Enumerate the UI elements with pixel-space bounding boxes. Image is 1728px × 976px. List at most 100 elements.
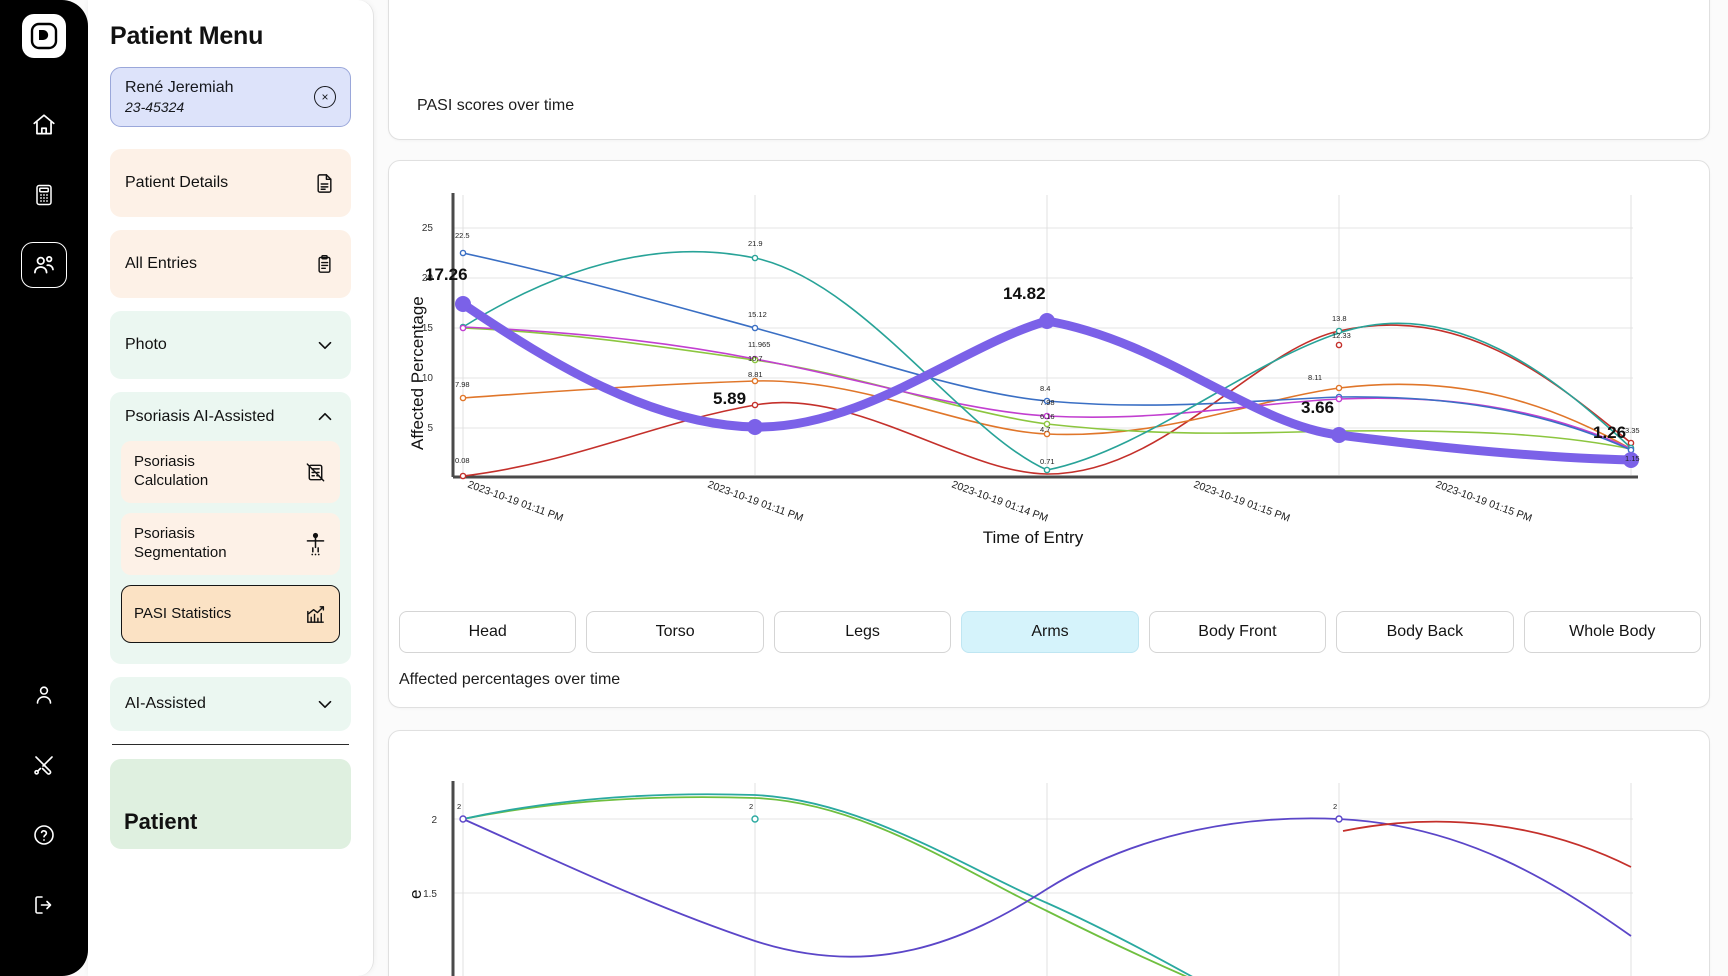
tools-icon (32, 753, 56, 777)
logo-icon (30, 22, 58, 50)
menu-item-label: PASI Statistics (134, 605, 239, 624)
pt-label-blue-2: 8.4 (1040, 384, 1050, 393)
hl-label-1: 5.89 (713, 389, 746, 408)
menu-item-ai-assisted[interactable]: AI-Assisted (110, 677, 351, 731)
rail-item-calculator[interactable] (21, 172, 67, 218)
bottom-y-tick-1-5: 1.5 (423, 889, 437, 900)
user-icon (32, 683, 56, 707)
calc-off-icon (304, 461, 327, 484)
hl-label-2: 14.82 (1003, 284, 1046, 303)
hl-label-3: 3.66 (1301, 398, 1334, 417)
hl-label-4: 1.26 (1593, 423, 1626, 442)
menu-group-label: Psoriasis AI-Assisted (125, 408, 282, 426)
pt-label-teal-2: 0.71 (1040, 457, 1055, 466)
pt-label-red-4: 3.35 (1625, 426, 1640, 435)
rail-item-tools[interactable] (21, 742, 67, 788)
pt-label-magenta-2: 6.16 (1040, 412, 1055, 421)
chevron-up-icon[interactable] (314, 406, 336, 428)
patients-icon (31, 252, 57, 278)
bottom-series-red-line (1343, 822, 1631, 867)
body-icon (304, 532, 327, 557)
icon-rail (0, 0, 88, 976)
menu-item-label-line1: Psoriasis (134, 453, 195, 470)
chevron-down-icon[interactable] (314, 693, 336, 715)
pt-label-red-0: 0.08 (455, 456, 470, 465)
bottom-series-green-line (463, 797, 1283, 976)
bottom-chart: e 2 1.5 2 2 2 (403, 771, 1663, 976)
affected-percentages-caption: Affected percentages over time (399, 671, 620, 689)
menu-item-label: Photo (125, 336, 175, 354)
pt-label-green-1: 8.81 (748, 370, 763, 379)
menu-item-psoriasis-calculation[interactable]: Psoriasis Calculation (121, 441, 340, 503)
patient-menu-panel: Patient Menu René Jeremiah 23-45324 × Pa… (88, 0, 374, 976)
rail-item-profile[interactable] (21, 672, 67, 718)
menu-bottom-card-label: Patient (124, 809, 337, 835)
help-icon (32, 823, 56, 847)
tab-head[interactable]: Head (399, 611, 576, 653)
menu-item-label: All Entries (125, 255, 205, 273)
patient-info: René Jeremiah 23-45324 (125, 78, 234, 116)
clipboard-icon (313, 253, 336, 276)
menu-item-label: Psoriasis Calculation (134, 453, 216, 491)
tab-whole-body[interactable]: Whole Body (1524, 611, 1701, 653)
menu-item-label: AI-Assisted (125, 695, 214, 713)
menu-item-label: Patient Details (125, 174, 236, 192)
affected-percentages-chart: Affected Percentage (403, 175, 1663, 615)
pt-label-teal-1: 21.9 (748, 239, 763, 248)
menu-item-all-entries[interactable]: All Entries (110, 230, 351, 298)
menu-group-header[interactable]: Psoriasis AI-Assisted (111, 393, 350, 441)
y-tick-10: 10 (422, 373, 434, 384)
x-tick-2: 2023-10-19 01:14 PM (950, 479, 1050, 525)
menu-item-patient-details[interactable]: Patient Details (110, 149, 351, 217)
y-tick-15: 15 (422, 323, 434, 334)
menu-divider (112, 744, 349, 745)
menu-item-label-line2: Calculation (134, 472, 208, 489)
menu-item-photo[interactable]: Photo (110, 311, 351, 379)
home-icon (31, 112, 57, 138)
patient-id: 23-45324 (125, 98, 234, 116)
bottom-y-tick-2: 2 (431, 815, 437, 826)
x-axis-ticks: 2023-10-19 01:11 PM 2023-10-19 01:11 PM … (466, 479, 1534, 525)
menu-item-label-line1: Psoriasis (134, 525, 195, 542)
tab-torso[interactable]: Torso (586, 611, 763, 653)
tab-body-front[interactable]: Body Front (1149, 611, 1326, 653)
hl-label-0: 17.26 (425, 265, 468, 284)
chevron-down-icon[interactable] (314, 334, 336, 356)
y-tick-5: 5 (427, 423, 433, 434)
y-tick-25: 25 (422, 223, 434, 234)
pt-label-arms-2: 7.98 (1040, 398, 1055, 407)
patient-name: René Jeremiah (125, 78, 234, 98)
rail-item-logout[interactable] (21, 882, 67, 928)
tab-legs[interactable]: Legs (774, 611, 951, 653)
rail-item-home[interactable] (21, 102, 67, 148)
pt-label-red-3: 12.33 (1332, 331, 1351, 340)
menu-group-body: Psoriasis Calculation Psori (111, 441, 350, 663)
app-logo[interactable] (22, 14, 66, 58)
pt-label-blue-0: 22.5 (455, 231, 470, 240)
tab-body-back[interactable]: Body Back (1336, 611, 1513, 653)
app-root: Patient Menu René Jeremiah 23-45324 × Pa… (0, 0, 1728, 976)
rail-item-patients[interactable] (21, 242, 67, 288)
menu-item-label: Psoriasis Segmentation (134, 525, 235, 563)
bottom-pt-label-2: 2 (1333, 802, 1337, 811)
close-icon[interactable]: × (314, 86, 336, 108)
x-tick-0: 2023-10-19 01:11 PM (466, 479, 565, 525)
rail-bottom-group (21, 672, 67, 976)
x-axis-title: Time of Entry (983, 528, 1084, 547)
menu-item-label-line2: Segmentation (134, 544, 227, 561)
selected-patient-card[interactable]: René Jeremiah 23-45324 × (110, 67, 351, 127)
pt-label-teal-3: 13.8 (1332, 314, 1347, 323)
bottom-pt-label-0: 2 (457, 802, 461, 811)
logout-icon (32, 893, 56, 917)
x-tick-1: 2023-10-19 01:11 PM (706, 479, 805, 525)
menu-item-pasi-statistics[interactable]: PASI Statistics (121, 585, 340, 643)
tab-arms[interactable]: Arms (961, 611, 1138, 653)
menu-bottom-card[interactable]: Patient (110, 759, 351, 849)
pt-label-orange-1: 10.7 (748, 354, 763, 363)
page-title: Patient Menu (110, 22, 351, 51)
main-content: PASI scores over time Affected Percentag… (374, 0, 1728, 976)
menu-item-psoriasis-segmentation[interactable]: Psoriasis Segmentation (121, 513, 340, 575)
bottom-pt-label-1: 2 (749, 802, 753, 811)
rail-item-help[interactable] (21, 812, 67, 858)
pt-label-blue-4: 1.15 (1625, 454, 1640, 463)
